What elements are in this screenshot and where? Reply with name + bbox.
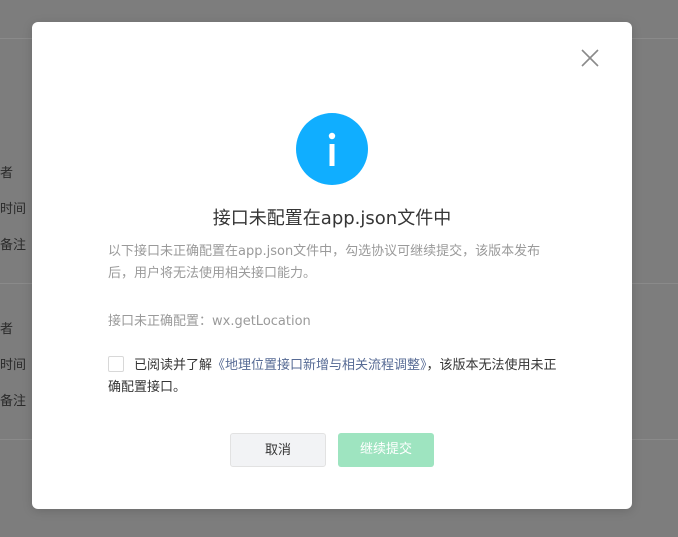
background-label: 时间: [0, 202, 27, 217]
dialog-description: 以下接口未正确配置在app.json文件中，勾选协议可继续提交，该版本发布后，用…: [108, 244, 541, 281]
continue-submit-button[interactable]: 继续提交: [338, 433, 434, 467]
close-button[interactable]: [578, 46, 602, 70]
misconfigured-interface-label: 接口未正确配置：wx.getLocation: [108, 314, 311, 329]
policy-link[interactable]: 《地理位置接口新增与相关流程调整》: [212, 358, 427, 373]
background-label: 备注: [0, 394, 27, 409]
background-label: 者: [0, 322, 14, 337]
background-label: 时间: [0, 358, 27, 373]
config-warning-dialog: 接口未配置在app.json文件中 以下接口未正确配置在app.json文件中，…: [32, 22, 632, 509]
close-icon: [581, 49, 599, 67]
cancel-button[interactable]: 取消: [230, 433, 326, 467]
agreement-prefix: 已阅读并了解: [134, 358, 213, 373]
dialog-title: 接口未配置在app.json文件中: [212, 208, 452, 229]
background-label: 备注: [0, 238, 27, 253]
agreement-row: 已阅读并了解《地理位置接口新增与相关流程调整》，该版本无法使用未正确配置接口。: [108, 355, 558, 399]
background-label: 者: [0, 166, 14, 181]
info-icon: [296, 113, 368, 185]
agreement-checkbox[interactable]: [108, 356, 124, 372]
